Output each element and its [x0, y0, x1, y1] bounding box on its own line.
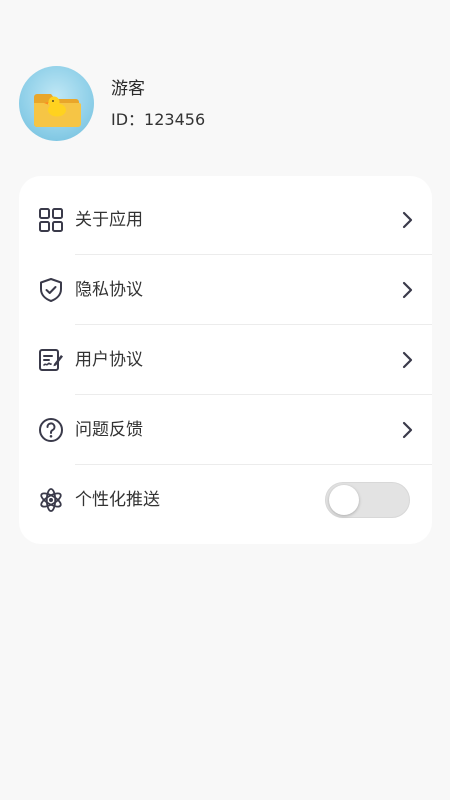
chevron-right-icon	[402, 351, 413, 369]
menu-item-about-app[interactable]: 关于应用	[19, 185, 432, 255]
menu-item-privacy-policy[interactable]: 隐私协议	[19, 255, 432, 325]
user-name: 游客	[111, 78, 145, 99]
menu-item-feedback[interactable]: 问题反馈	[19, 395, 432, 465]
avatar[interactable]	[19, 66, 94, 141]
menu-item-label: 隐私协议	[75, 280, 143, 300]
shield-check-icon	[40, 278, 62, 302]
user-id: ID：123456	[111, 109, 206, 129]
atom-icon	[40, 488, 62, 512]
personalized-push-toggle[interactable]	[325, 482, 410, 518]
menu-item-user-agreement[interactable]: 用户协议	[19, 325, 432, 395]
menu-item-label: 用户协议	[75, 350, 143, 370]
document-sign-icon	[39, 349, 63, 371]
profile-info: 游客 ID：123456	[111, 78, 205, 130]
folder-duck-icon	[34, 94, 81, 127]
menu-item-label: 关于应用	[75, 210, 143, 230]
chevron-right-icon	[402, 281, 413, 299]
toggle-knob	[329, 485, 359, 515]
chevron-right-icon	[402, 211, 413, 229]
chevron-right-icon	[402, 421, 413, 439]
grid-icon	[39, 208, 63, 232]
menu-item-label: 个性化推送	[75, 490, 160, 510]
menu-item-label: 问题反馈	[75, 420, 143, 440]
settings-menu-card: 关于应用 隐私协议 用户协议 问题反馈 个性化推送	[19, 176, 432, 544]
menu-item-personalized-push: 个性化推送	[19, 465, 432, 535]
question-circle-icon	[39, 418, 63, 442]
settings-page: 游客 ID：123456 关于应用 隐私协议 用户协议 问题反馈 个性化推送	[0, 0, 450, 800]
profile-header[interactable]: 游客 ID：123456	[19, 66, 205, 141]
